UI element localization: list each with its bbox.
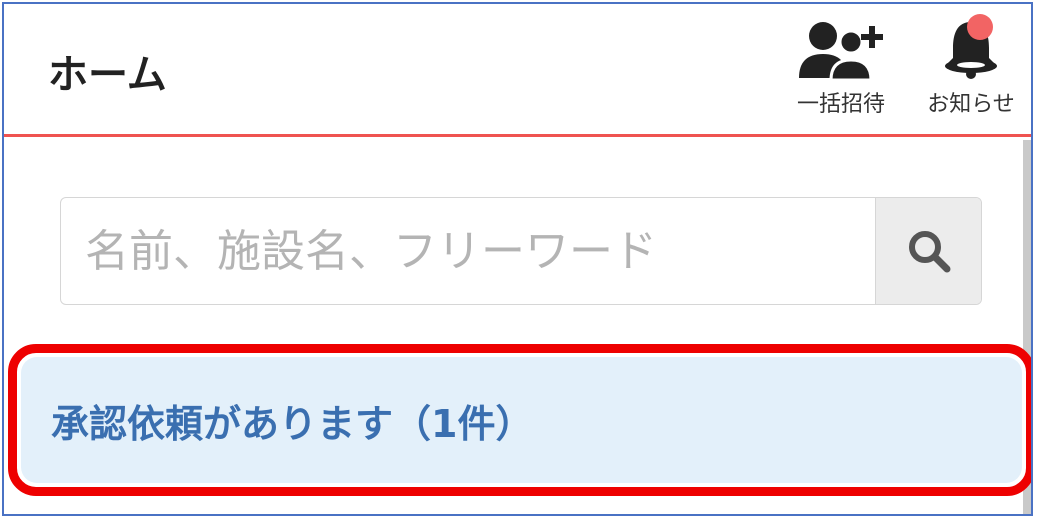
approval-request-alert[interactable]: 承認依頼があります（1件） [21,357,1022,483]
app-frame: ホーム 一括招待 お知らせ 名前、施設名、フリーワード 承認依頼があります（1件… [2,2,1033,516]
search-input[interactable] [61,198,875,304]
bulk-invite-label: 一括招待 [796,92,885,117]
search-icon [908,231,950,273]
notification-badge [967,14,993,40]
page-title: ホーム [48,52,167,98]
notifications-button[interactable]: お知らせ [916,14,1026,128]
search-button[interactable] [875,198,981,304]
add-users-icon [799,22,883,80]
approval-request-text: 承認依頼があります（1件） [51,401,534,446]
notifications-label: お知らせ [927,92,1015,117]
highlight-outline: 承認依頼があります（1件） [8,344,1031,496]
bulk-invite-button[interactable]: 一括招待 [786,18,896,128]
app-header: ホーム 一括招待 お知らせ [4,4,1031,137]
search-bar [60,197,982,305]
